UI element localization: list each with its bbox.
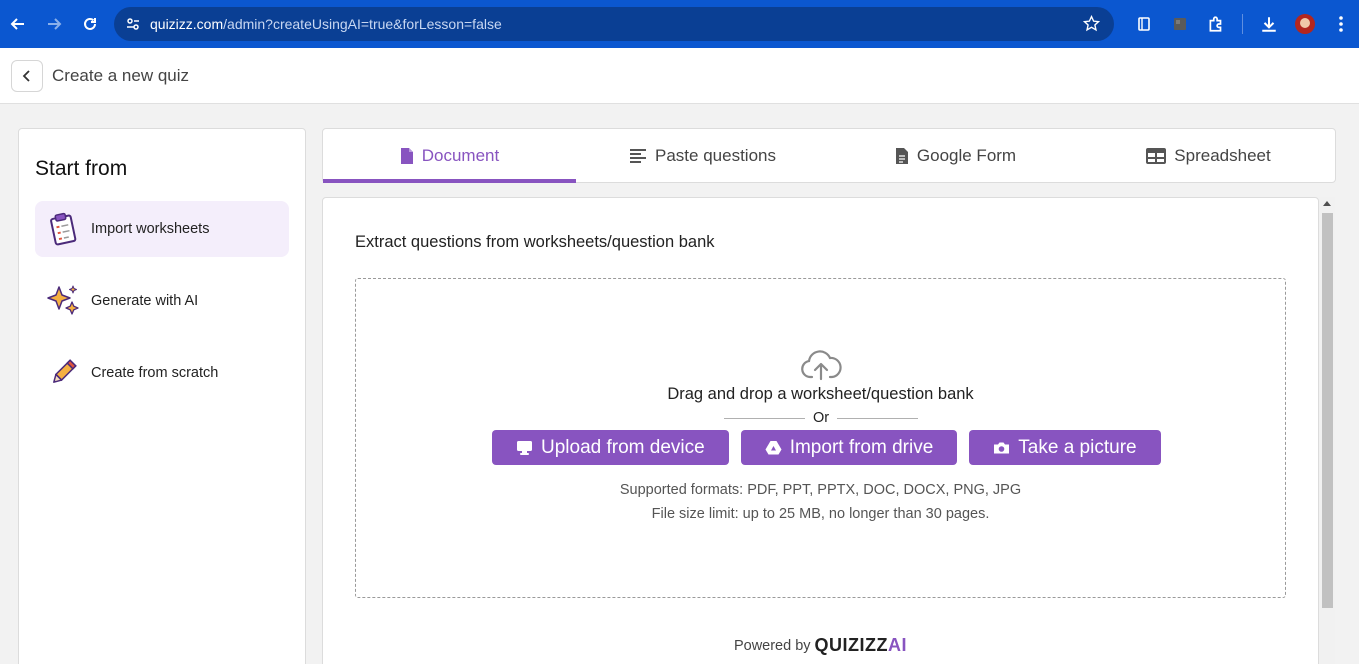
download-icon[interactable] — [1251, 6, 1287, 42]
supported-formats: Supported formats: PDF, PPT, PPTX, DOC, … — [619, 482, 1022, 498]
tab-paste-questions[interactable]: Paste questions — [576, 129, 829, 182]
sidebar-item-generate-with-ai[interactable]: Generate with AI — [35, 273, 289, 329]
browser-toolbar: quizizz.com/admin?createUsingAI=true&for… — [0, 0, 1359, 48]
sidebar-item-create-from-scratch[interactable]: Create from scratch — [35, 345, 289, 401]
upload-from-device-button[interactable]: Upload from device — [492, 430, 729, 465]
tab-document[interactable]: Document — [323, 129, 576, 183]
back-button[interactable] — [11, 59, 43, 92]
tab-label: Paste questions — [655, 145, 776, 165]
extension-icon[interactable] — [1162, 6, 1198, 42]
page-scrollbar[interactable] — [1319, 197, 1335, 664]
table-icon — [1146, 147, 1167, 164]
extensions-puzzle-icon[interactable] — [1198, 6, 1234, 42]
url-text: quizizz.com/admin?createUsingAI=true&for… — [150, 16, 502, 32]
monitor-icon — [517, 440, 532, 455]
back-arrow-icon[interactable] — [0, 6, 36, 42]
import-from-drive-button[interactable]: Import from drive — [740, 430, 958, 465]
document-icon — [400, 147, 413, 164]
sidebar-item-label: Create from scratch — [91, 365, 219, 381]
scroll-up-arrow-icon[interactable] — [1323, 201, 1331, 206]
chevron-left-icon — [22, 69, 30, 82]
tab-label: Spreadsheet — [1174, 145, 1271, 165]
scroll-thumb[interactable] — [1322, 213, 1333, 608]
sidebar-item-import-worksheets[interactable]: Import worksheets — [35, 201, 289, 257]
sparkles-icon — [35, 273, 91, 329]
file-dropzone[interactable]: Drag and drop a worksheet/question bank … — [355, 278, 1286, 598]
form-icon — [895, 147, 908, 164]
app-header: Create a new quiz — [0, 48, 1359, 104]
drop-instructions: Drag and drop a worksheet/question bank — [667, 385, 974, 403]
powered-by: Powered by QUIZIZZAI — [323, 635, 1318, 656]
file-size-limit: File size limit: up to 25 MB, no longer … — [651, 506, 990, 522]
cloud-upload-icon — [800, 349, 842, 386]
source-tabs: Document Paste questions Google Form Spr… — [322, 128, 1336, 183]
google-drive-icon — [765, 441, 782, 455]
profile-avatar[interactable] — [1287, 6, 1323, 42]
or-divider: Or — [724, 409, 919, 427]
site-settings-icon[interactable] — [116, 16, 150, 32]
document-import-panel: Extract questions from worksheets/questi… — [322, 197, 1319, 664]
tab-label: Document — [421, 145, 500, 165]
start-from-sidebar: Start from Import worksheets Generate wi… — [18, 128, 306, 664]
menu-kebab-icon[interactable] — [1323, 6, 1359, 42]
reload-icon[interactable] — [72, 6, 108, 42]
reading-list-icon[interactable] — [1126, 6, 1162, 42]
forward-arrow-icon[interactable] — [36, 6, 72, 42]
toolbar-divider — [1242, 14, 1243, 34]
bookmark-star-icon[interactable] — [1082, 14, 1101, 37]
tab-spreadsheet[interactable]: Spreadsheet — [1082, 129, 1335, 182]
or-label: Or — [812, 410, 830, 426]
address-bar[interactable]: quizizz.com/admin?createUsingAI=true&for… — [114, 7, 1114, 41]
sidebar-item-label: Import worksheets — [91, 221, 210, 237]
page-title: Create a new quiz — [52, 65, 190, 85]
clipboard-icon — [35, 201, 91, 257]
pencil-icon — [35, 345, 91, 401]
tab-label: Google Form — [916, 145, 1017, 165]
camera-icon — [994, 442, 1010, 453]
sidebar-title: Start from — [35, 157, 128, 180]
powered-by-label: Powered by — [733, 637, 811, 654]
lines-icon — [630, 148, 647, 163]
quizizz-ai-logo: QUIZIZZAI — [814, 635, 908, 655]
panel-heading: Extract questions from worksheets/questi… — [355, 233, 715, 251]
sidebar-item-label: Generate with AI — [91, 293, 199, 309]
take-a-picture-button[interactable]: Take a picture — [969, 430, 1161, 465]
tab-google-form[interactable]: Google Form — [829, 129, 1082, 182]
